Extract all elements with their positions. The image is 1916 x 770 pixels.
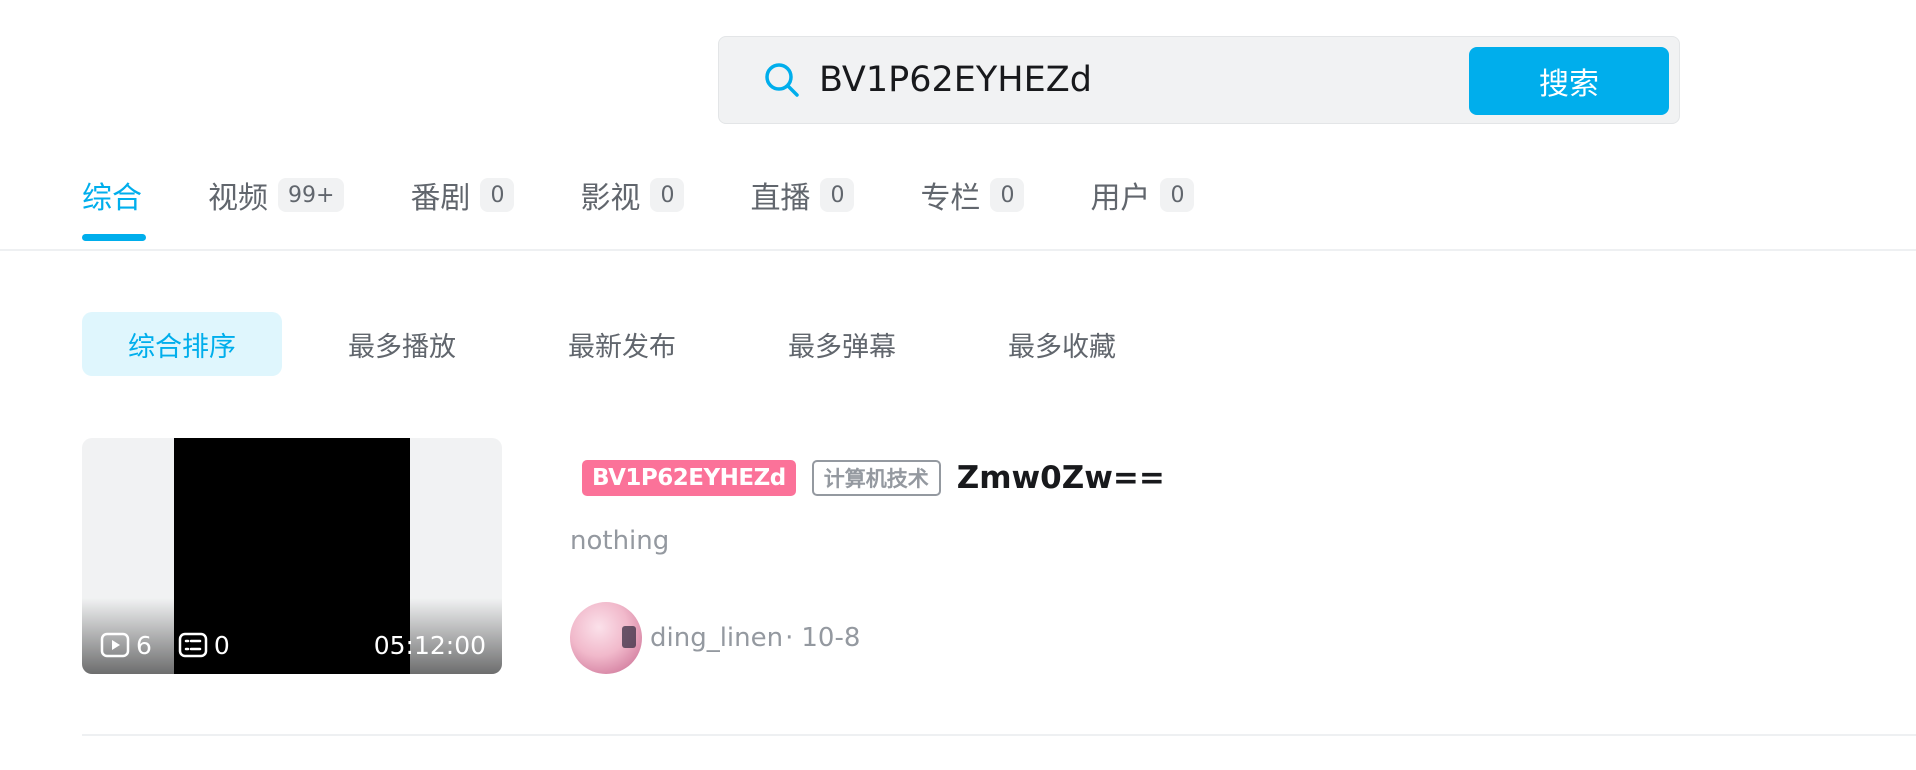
category-tag: 计算机技术 — [811, 460, 941, 496]
tab-count-badge: 0 — [820, 178, 855, 212]
video-title[interactable]: Zmw0Zw== — [957, 460, 1165, 496]
danmaku-count: 0 — [178, 631, 230, 660]
danmaku-count-value: 0 — [213, 630, 230, 660]
tab-user[interactable]: 用户 0 — [1090, 170, 1195, 220]
video-duration: 05:12:00 — [373, 630, 486, 660]
view-count-value: 6 — [136, 630, 152, 660]
sort-bar: 综合排序 最多播放 最新发布 最多弹幕 最多收藏 — [82, 312, 1182, 376]
search-bar: 搜索 — [718, 36, 1680, 124]
tab-label: 影视 — [580, 181, 641, 216]
video-info: BV1P62EYHEZd 计算机技术 Zmw0Zw== nothing ding… — [570, 438, 1870, 674]
video-thumbnail[interactable]: 6 0 05:12:00 — [82, 438, 502, 674]
sort-most-played[interactable]: 最多播放 — [302, 312, 502, 376]
search-icon — [765, 63, 799, 97]
search-input[interactable] — [819, 49, 1419, 111]
tab-count-badge: 0 — [1160, 178, 1195, 212]
tab-count-badge: 0 — [650, 178, 685, 212]
card-divider — [82, 734, 1916, 736]
tabs-divider — [0, 249, 1916, 251]
type-tabs: 综合 视频 99+ 番剧 0 影视 0 直播 0 专栏 0 用户 0 — [82, 170, 1260, 250]
tab-video[interactable]: 视频 99+ — [208, 170, 345, 220]
tab-film[interactable]: 影视 0 — [580, 170, 685, 220]
publish-date: 10-8 — [801, 623, 861, 653]
tab-article[interactable]: 专栏 0 — [920, 170, 1025, 220]
bv-tag: BV1P62EYHEZd — [582, 460, 796, 496]
tab-label: 综合 — [82, 181, 142, 216]
tab-label: 直播 — [750, 181, 811, 216]
tab-label: 视频 — [208, 181, 268, 216]
author-avatar[interactable] — [570, 602, 642, 674]
danmaku-icon — [178, 632, 208, 658]
tab-count-badge: 0 — [480, 178, 515, 212]
tab-label: 专栏 — [920, 181, 981, 216]
tab-count-badge: 0 — [990, 178, 1025, 212]
tab-live[interactable]: 直播 0 — [750, 170, 855, 220]
tab-bangumi[interactable]: 番剧 0 — [410, 170, 515, 220]
tab-count-badge: 99+ — [278, 178, 345, 212]
sort-default[interactable]: 综合排序 — [82, 312, 282, 376]
thumbnail-stats: 6 0 05:12:00 — [100, 628, 486, 662]
search-button[interactable]: 搜索 — [1469, 47, 1669, 115]
sort-newest[interactable]: 最新发布 — [522, 312, 722, 376]
meta-separator: · — [785, 623, 794, 653]
active-tab-underline — [82, 234, 146, 241]
title-row: BV1P62EYHEZd 计算机技术 Zmw0Zw== — [582, 460, 1165, 496]
video-result-card: 6 0 05:12:00 BV1P62EYHEZd 计算机技术 Zmw0Zw==… — [82, 438, 1916, 738]
author-name[interactable]: ding_linen — [650, 623, 783, 653]
tab-all[interactable]: 综合 — [82, 170, 146, 241]
tab-label: 番剧 — [410, 181, 471, 216]
video-description: nothing — [570, 526, 670, 556]
tab-label: 用户 — [1090, 181, 1151, 216]
video-meta: ding_linen · 10-8 — [570, 602, 860, 674]
play-icon — [100, 632, 130, 658]
view-count: 6 — [100, 631, 152, 660]
sort-most-danmaku[interactable]: 最多弹幕 — [742, 312, 942, 376]
sort-most-favorited[interactable]: 最多收藏 — [962, 312, 1162, 376]
